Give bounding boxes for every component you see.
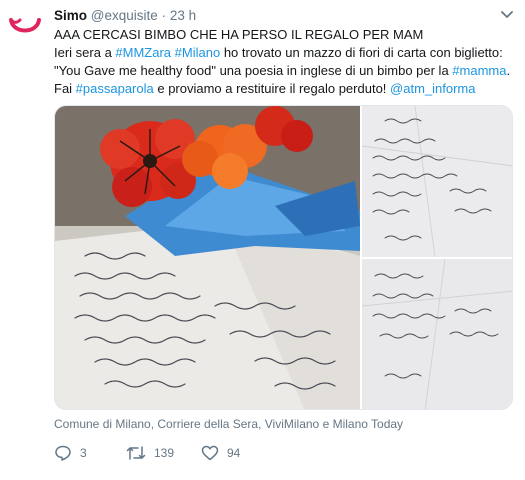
tweet-line-3: "You Gave me healthy food" una poesia in… (54, 62, 519, 80)
tweet-text-segment: e proviamo a restituire il regalo perdut… (153, 81, 391, 96)
media-credit: Comune di Milano, Corriere della Sera, V… (54, 417, 404, 431)
like-count: 94 (227, 446, 241, 460)
hashtag-mamma[interactable]: #mamma (452, 63, 506, 78)
like-button[interactable]: 94 (201, 443, 240, 463)
tweet-line-2: Ieri sera a #MMZara #Milano ho trovato u… (54, 44, 519, 62)
reply-icon (55, 445, 71, 461)
tweet-text-segment: AAA CERCASI BIMBO CHE HA PERSO IL REGALO… (54, 27, 424, 42)
hashtag-passaparola[interactable]: #passaparola (76, 81, 154, 96)
photo-main[interactable] (55, 106, 360, 410)
tweet-actions: 3 139 94 (54, 443, 354, 463)
photo-top-right[interactable] (361, 106, 513, 258)
avatar[interactable] (8, 8, 42, 42)
tweet-text-segment: Fai (54, 81, 76, 96)
user-handle[interactable]: @exquisite (91, 8, 158, 23)
media-grid (54, 105, 513, 410)
reply-count: 3 (80, 446, 87, 460)
tweet-text-segment: ho trovato un mazzo di fiori di carta co… (220, 45, 503, 60)
reply-button[interactable]: 3 (54, 443, 87, 463)
tweet-text-segment: "You Gave me healthy food" una poesia in… (54, 63, 453, 78)
photo-bottom-right[interactable] (361, 258, 513, 410)
tweet-text-segment: Ieri sera a (54, 45, 116, 60)
tweet-header: Simo @exquisite · 23 h (54, 7, 196, 24)
retweet-icon (126, 446, 146, 460)
timestamp[interactable]: 23 h (170, 8, 196, 23)
display-name[interactable]: Simo (54, 8, 87, 23)
heart-icon (201, 445, 219, 461)
separator-dot: · (161, 8, 167, 23)
tweet-text-segment: . (506, 63, 511, 78)
tweet-text: AAA CERCASI BIMBO CHE HA PERSO IL REGALO… (54, 26, 519, 98)
retweet-count: 139 (154, 446, 175, 460)
tweet-line-1: AAA CERCASI BIMBO CHE HA PERSO IL REGALO… (54, 26, 519, 44)
tweet-card: Simo @exquisite · 23 h AAA CERCASI BIMBO… (0, 0, 525, 480)
hashtag-mmzara[interactable]: #MMZara (115, 45, 171, 60)
hashtag-milano[interactable]: #Milano (175, 45, 221, 60)
chevron-down-icon[interactable] (500, 10, 514, 20)
mention-atm-informa[interactable]: @atm_informa (390, 81, 475, 96)
tweet-line-4: Fai #passaparola e proviamo a restituire… (54, 80, 519, 98)
retweet-button[interactable]: 139 (126, 443, 174, 463)
